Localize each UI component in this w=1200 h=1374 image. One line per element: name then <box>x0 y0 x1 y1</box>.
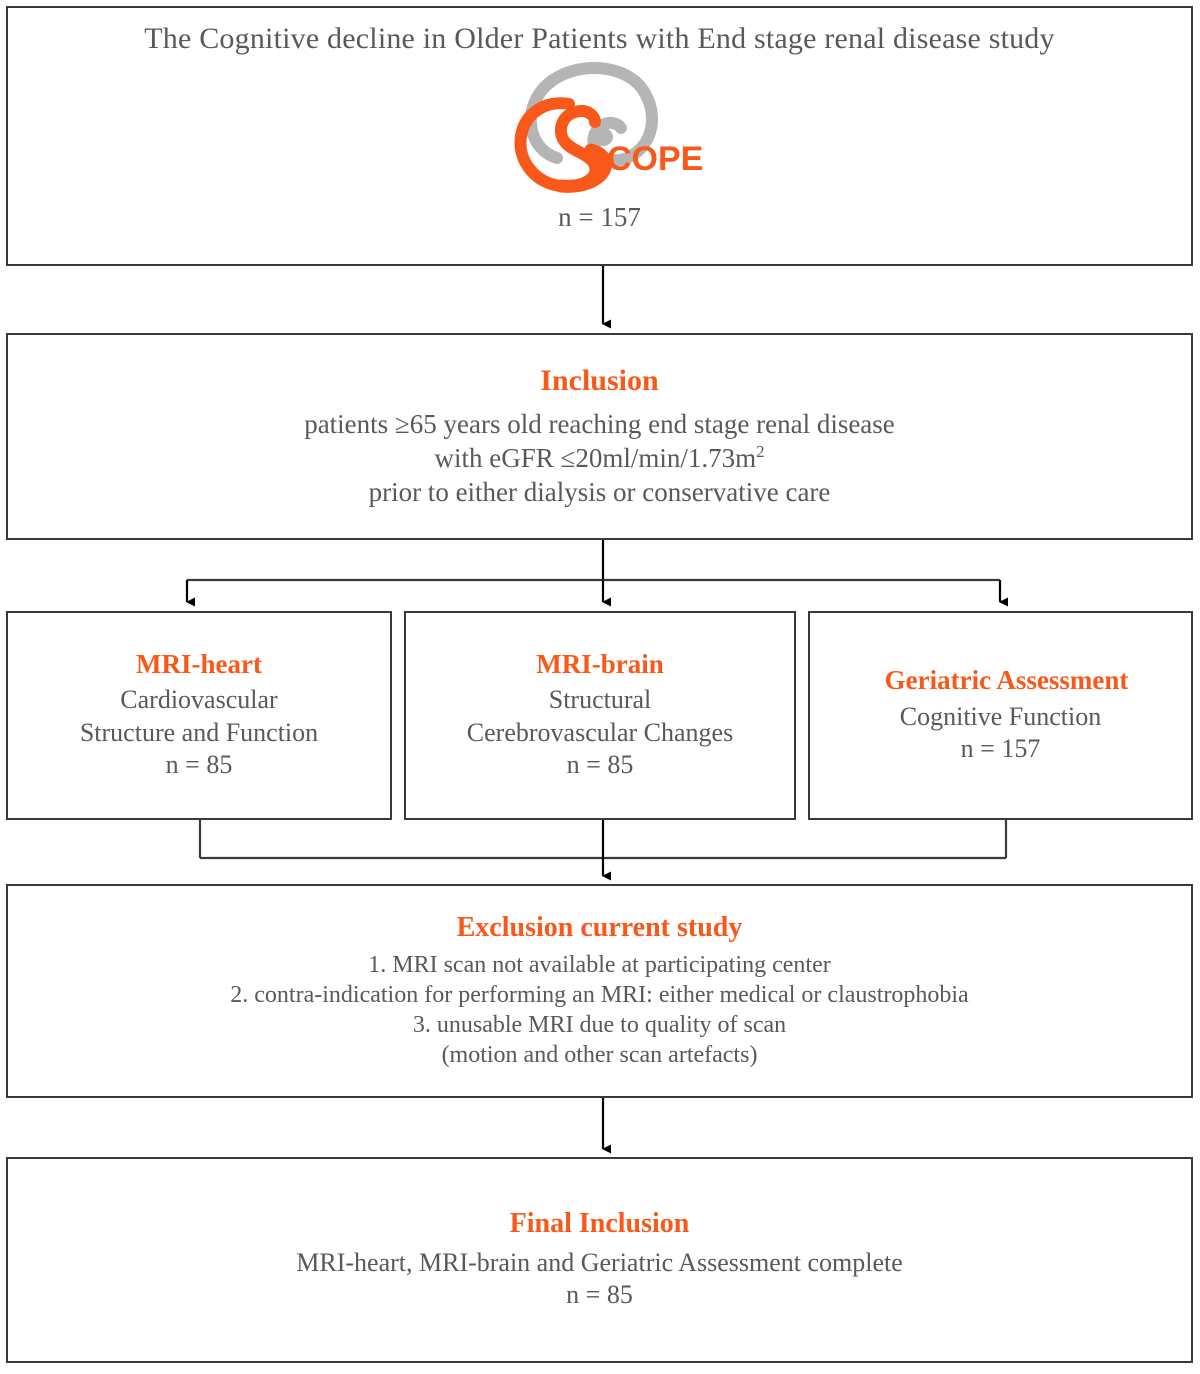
inclusion-box: Inclusion patients ≥65 years old reachin… <box>6 333 1193 540</box>
final-inclusion-n-label: n = 85 <box>566 1280 633 1310</box>
mri-heart-n-label: n = 85 <box>165 750 233 780</box>
geriatric-heading: Geriatric Assessment <box>884 665 1129 696</box>
cope-logo: COPE <box>495 60 705 200</box>
inclusion-heading: Inclusion <box>540 363 659 397</box>
cope-logo-svg: COPE <box>514 62 703 193</box>
study-box: The Cognitive decline in Older Patients … <box>6 6 1193 266</box>
inclusion-line-2-superscript: 2 <box>756 441 765 461</box>
cope-wordmark: COPE <box>607 140 703 178</box>
geriatric-line-1: Cognitive Function <box>899 701 1102 731</box>
exclusion-box: Exclusion current study 1. MRI scan not … <box>6 884 1193 1098</box>
mri-heart-heading: MRI-heart <box>136 649 262 680</box>
study-n-label: n = 157 <box>558 202 641 232</box>
inclusion-line-2-text: with eGFR ≤20ml/min/1.73m <box>434 442 757 473</box>
exclusion-item-2: 2. contra-indication for performing an M… <box>230 982 969 1009</box>
mri-brain-n-label: n = 85 <box>566 750 634 780</box>
arm-box-geriatric-assessment: Geriatric Assessment Cognitive Function … <box>808 611 1193 820</box>
exclusion-heading: Exclusion current study <box>456 911 743 943</box>
mri-brain-line-1: Structural <box>548 685 652 715</box>
inclusion-line-2: with eGFR ≤20ml/min/1.73m2 <box>435 442 765 476</box>
arm-box-mri-brain: MRI-brain Structural Cerebrovascular Cha… <box>404 611 796 820</box>
geriatric-n-label: n = 157 <box>960 734 1041 764</box>
inclusion-line-1: patients ≥65 years old reaching end stag… <box>304 409 895 440</box>
flowchart-canvas: The Cognitive decline in Older Patients … <box>0 0 1200 1374</box>
final-inclusion-heading: Final Inclusion <box>509 1208 690 1240</box>
arm-box-mri-heart: MRI-heart Cardiovascular Structure and F… <box>6 611 392 820</box>
exclusion-item-3: 3. unusable MRI due to quality of scan <box>412 1012 787 1039</box>
mri-brain-heading: MRI-brain <box>536 649 664 680</box>
final-inclusion-box: Final Inclusion MRI-heart, MRI-brain and… <box>6 1157 1193 1363</box>
final-inclusion-line-1: MRI-heart, MRI-brain and Geriatric Asses… <box>296 1247 903 1277</box>
exclusion-item-1: 1. MRI scan not available at participati… <box>368 952 831 979</box>
inclusion-line-3: prior to either dialysis or conservative… <box>368 476 831 507</box>
mri-heart-line-1: Cardiovascular <box>120 685 278 715</box>
study-title: The Cognitive decline in Older Patients … <box>144 22 1055 55</box>
exclusion-item-4: (motion and other scan artefacts) <box>441 1042 758 1069</box>
mri-heart-line-2: Structure and Function <box>79 717 319 747</box>
mri-brain-line-2: Cerebrovascular Changes <box>466 717 734 747</box>
